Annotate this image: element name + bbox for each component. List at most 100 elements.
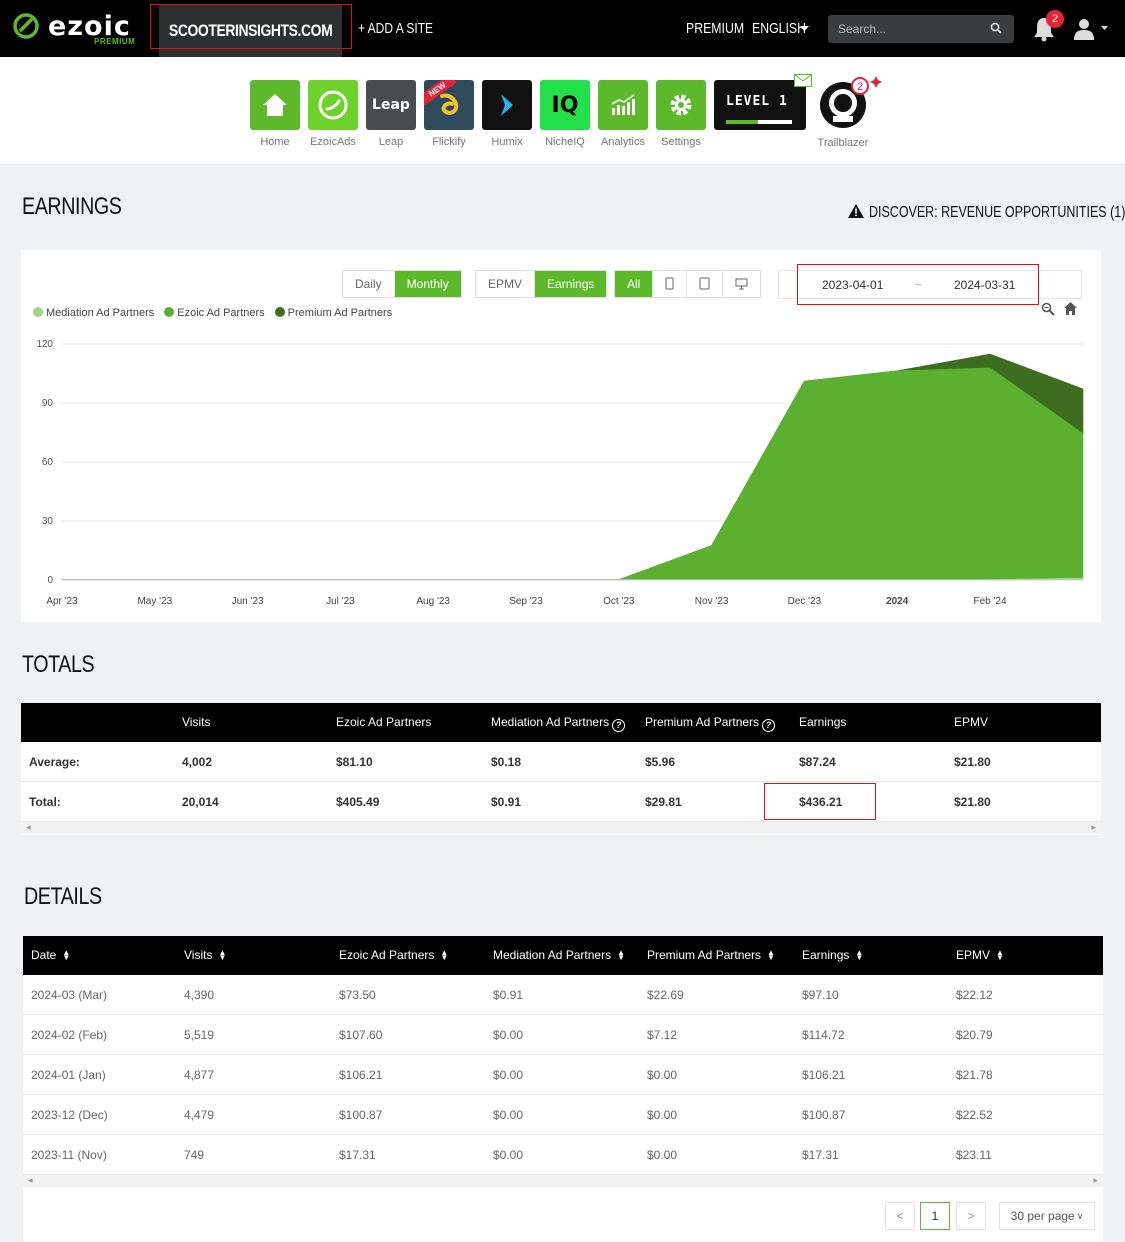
totals-col-epmv: EPMV <box>954 715 989 729</box>
y-tick-label: 60 <box>42 457 54 468</box>
app-leap[interactable]: Leap Leap <box>366 80 416 148</box>
table-cell: $0.00 <box>493 1108 524 1122</box>
search-icon[interactable] <box>990 22 1002 34</box>
scroll-right-icon: ▸ <box>1093 1175 1098 1185</box>
notification-badge: 2 <box>1046 10 1064 28</box>
user-icon[interactable] <box>1073 18 1113 40</box>
y-tick-label: 90 <box>42 398 54 409</box>
table-cell: $17.31 <box>802 1148 839 1162</box>
x-tick-label: Aug '23 <box>416 596 450 607</box>
language-selector[interactable]: ENGLISH <box>752 20 818 37</box>
table-cell: 749 <box>184 1148 205 1162</box>
add-site-link[interactable]: + ADD A SITE <box>358 20 452 37</box>
x-tick-label: Jul '23 <box>326 596 355 607</box>
details-horizontal-scrollbar[interactable]: ◂ ▸ <box>23 1175 1103 1187</box>
help-icon[interactable]: ? <box>612 719 626 732</box>
table-cell: 2023-12 (Dec) <box>31 1108 108 1122</box>
totals-table: Visits Ezoic Ad Partners Mediation Ad Pa… <box>21 703 1101 835</box>
totals-col-premium: Premium Ad Partners? <box>645 703 776 742</box>
x-tick-label: Jun '23 <box>232 596 264 607</box>
scroll-left-icon: ◂ <box>28 1175 33 1185</box>
sort-icon: ▲ ▼ <box>62 948 71 962</box>
table-row: 2023-11 (Nov) 749 $17.31 $0.00 $0.00 $17.31 $2… <box>23 1135 1103 1175</box>
table-cell: 5,519 <box>184 1028 215 1042</box>
level-badge[interactable]: LEVEL 1 <box>714 74 812 130</box>
table-row: 2024-03 (Mar) 4,390 $73.50 $0.91 $22.69 $97.1… <box>23 975 1103 1015</box>
table-cell: $23.11 <box>956 1148 992 1162</box>
table-cell: $106.21 <box>339 1068 383 1082</box>
warning-icon <box>848 204 864 218</box>
table-cell: $114.72 <box>802 1028 845 1042</box>
premium-link[interactable]: PREMIUM <box>686 20 757 37</box>
app-bar: Home EzoicAds Leap Leap NEW Flickify Hum… <box>0 57 1125 165</box>
sort-icon: ▲ ▼ <box>855 948 864 962</box>
sort-icon: ▲ ▼ <box>617 948 625 962</box>
totals-horizontal-scrollbar[interactable]: ◂ ▸ <box>21 822 1101 834</box>
x-tick-label: Oct '23 <box>603 596 635 607</box>
next-page-button[interactable]: > <box>956 1202 986 1230</box>
table-cell: 4,390 <box>184 988 215 1002</box>
leap-icon: Leap <box>366 80 416 130</box>
logo-tier: PREMIUM <box>94 37 136 46</box>
page-1-button[interactable]: 1 <box>920 1202 950 1230</box>
totals-header: Visits Ezoic Ad Partners Mediation Ad Pa… <box>21 703 1101 742</box>
details-col-earnings[interactable]: Earnings ▲ ▼ <box>802 936 863 975</box>
site-highlight-box <box>150 4 352 49</box>
y-tick-label: 30 <box>42 516 54 527</box>
table-cell: 4,877 <box>184 1068 215 1082</box>
trailblazer-icon[interactable]: 2 <box>818 76 882 130</box>
svg-text:2: 2 <box>857 81 863 93</box>
search-input[interactable] <box>828 15 988 43</box>
details-col-premium[interactable]: Premium Ad Partners ▲ ▼ <box>647 936 775 975</box>
table-cell: $0.00 <box>493 1148 524 1162</box>
humix-icon <box>482 80 532 130</box>
totals-col-visits: Visits <box>182 715 211 729</box>
help-icon[interactable]: ? <box>762 719 776 732</box>
earnings-total-highlight-box <box>764 783 876 820</box>
table-cell: $100.87 <box>802 1108 846 1122</box>
date-highlight-box <box>797 264 1039 305</box>
prev-page-button[interactable]: < <box>885 1202 915 1230</box>
scroll-right-icon: ▸ <box>1091 822 1096 832</box>
x-tick-label: Sep '23 <box>509 596 543 607</box>
chevron-down-icon: ∨ <box>1076 1210 1084 1221</box>
details-col-date[interactable]: Date ▲ ▼ <box>31 936 70 975</box>
ezoic-logo[interactable]: ezoic PREMIUM <box>12 9 137 47</box>
table-cell: $17.31 <box>339 1148 376 1162</box>
totals-col-mediation: Mediation Ad Partners? <box>491 703 626 742</box>
app-ezoicads[interactable]: EzoicAds <box>308 80 358 148</box>
app-analytics[interactable]: Analytics <box>598 80 648 148</box>
sort-icon: ▲ ▼ <box>767 948 775 962</box>
sort-icon: ▲ ▼ <box>440 948 449 962</box>
earnings-area-chart: 0 30 60 90 120 Apr '23 May '23 Jun '23 Jul '23 Au… <box>36 339 1084 607</box>
details-col-visits[interactable]: Visits ▲ ▼ <box>184 936 226 975</box>
app-home[interactable]: Home <box>250 80 300 148</box>
app-settings[interactable]: Settings <box>656 80 706 148</box>
table-cell: 2024-02 (Feb) <box>31 1028 108 1042</box>
app-flickify[interactable]: NEW Flickify <box>424 80 474 148</box>
app-nicheiq[interactable]: IQ NicheIQ <box>540 80 590 148</box>
table-cell: $73.50 <box>339 988 376 1002</box>
table-row: 2023-12 (Dec) 4,479 $100.87 $0.00 $0.00 $100.… <box>23 1095 1103 1135</box>
details-col-mediation[interactable]: Mediation Ad Partners ▲ ▼ <box>493 936 625 975</box>
details-table: Date ▲ ▼ Visits ▲ ▼ Ezoic Ad Partners ▲ ▼ Medi… <box>23 936 1103 1242</box>
discover-revenue-link[interactable]: DISCOVER: REVENUE OPPORTUNITIES (1) <box>847 203 1125 222</box>
envelope-icon <box>794 74 812 87</box>
table-cell: $107.60 <box>339 1028 383 1042</box>
x-tick-label: Apr '23 <box>46 596 78 607</box>
search-box[interactable] <box>828 15 1014 43</box>
table-cell: $22.52 <box>956 1108 993 1122</box>
ezoicads-icon <box>308 80 358 130</box>
table-cell: $20.79 <box>956 1028 993 1042</box>
flickify-icon: NEW <box>424 80 474 130</box>
details-col-epmv[interactable]: EPMV ▲ ▼ <box>956 936 1004 975</box>
details-col-ezoic[interactable]: Ezoic Ad Partners ▲ ▼ <box>339 936 448 975</box>
table-cell: $22.69 <box>647 988 684 1002</box>
app-humix[interactable]: Humix <box>482 80 532 148</box>
table-row: 2024-02 (Feb) 5,519 $107.60 $0.00 $7.12 $114.… <box>23 1015 1103 1055</box>
table-cell: $7.12 <box>647 1028 678 1042</box>
level-progress-bar <box>726 120 792 124</box>
table-cell: $0.00 <box>493 1028 524 1042</box>
area-series-ezoic-ad-partners <box>62 367 1084 581</box>
per-page-select[interactable]: 30 per page ∨ <box>999 1202 1095 1230</box>
